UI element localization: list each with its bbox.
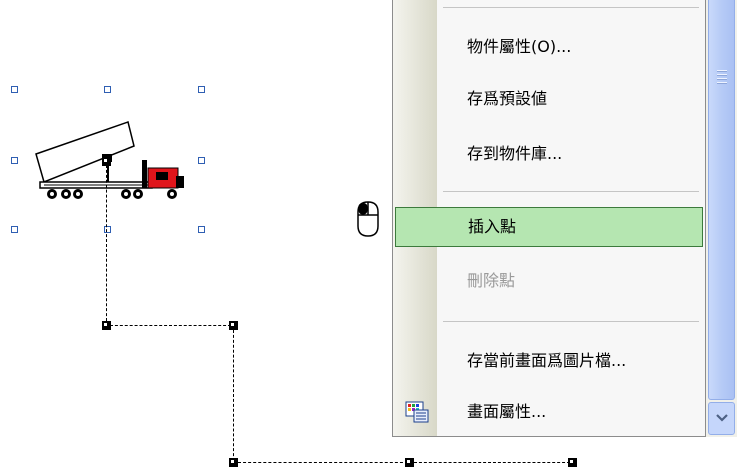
menu-item-label: 存到物件庫...	[467, 144, 563, 163]
menu-separator	[443, 321, 699, 322]
context-menu: 物件屬性(O)... 存爲預設値 存到物件庫... 插入點 刪除點 存當前畫面爲…	[392, 0, 706, 437]
menu-item-object-properties[interactable]: 物件屬性(O)...	[395, 29, 703, 65]
vertical-scrollbar[interactable]	[706, 0, 737, 437]
resize-handle-top-left[interactable]	[11, 86, 18, 93]
connector-point[interactable]	[102, 157, 111, 166]
menu-separator	[443, 7, 699, 8]
mouse-icon	[357, 201, 379, 237]
connector-segment	[233, 330, 234, 461]
chevron-down-icon	[716, 414, 728, 422]
connector-segment	[110, 325, 231, 326]
menu-item-label: 畫面屬性...	[467, 402, 547, 421]
resize-handle-middle-right[interactable]	[198, 157, 205, 164]
connector-segment	[414, 462, 570, 463]
drawing-canvas[interactable]	[0, 0, 577, 474]
connector-point[interactable]	[229, 321, 238, 330]
resize-handle-top-center[interactable]	[104, 86, 111, 93]
menu-item-insert-point[interactable]: 插入點	[395, 207, 703, 247]
scroll-thumb[interactable]	[708, 0, 735, 400]
screen-properties-icon	[405, 401, 429, 423]
menu-item-label: 存爲預設値	[467, 89, 548, 108]
menu-separator	[443, 191, 699, 192]
scroll-down-button[interactable]	[708, 402, 735, 435]
menu-item-label: 刪除點	[467, 271, 516, 290]
resize-handle-top-right[interactable]	[198, 86, 205, 93]
menu-item-label: 物件屬性(O)...	[467, 37, 572, 56]
connector-point[interactable]	[405, 458, 414, 467]
menu-item-save-as-default[interactable]: 存爲預設値	[395, 81, 703, 117]
resize-handle-bottom-right[interactable]	[198, 226, 205, 233]
connector-point[interactable]	[568, 458, 577, 467]
menu-item-save-screen-image[interactable]: 存當前畫面爲圖片檔...	[395, 343, 703, 379]
menu-item-delete-point[interactable]: 刪除點	[395, 263, 703, 299]
resize-handle-middle-left[interactable]	[11, 157, 18, 164]
menu-item-label: 存當前畫面爲圖片檔...	[467, 351, 627, 370]
menu-item-screen-properties[interactable]: 畫面屬性...	[395, 394, 703, 430]
connector-segment	[106, 160, 107, 326]
menu-item-save-to-library[interactable]: 存到物件庫...	[395, 136, 703, 172]
grip-icon	[717, 70, 727, 86]
menu-item-label: 插入點	[468, 217, 517, 236]
resize-handle-bottom-left[interactable]	[11, 226, 18, 233]
connector-point[interactable]	[229, 458, 238, 467]
connector-segment	[238, 462, 408, 463]
